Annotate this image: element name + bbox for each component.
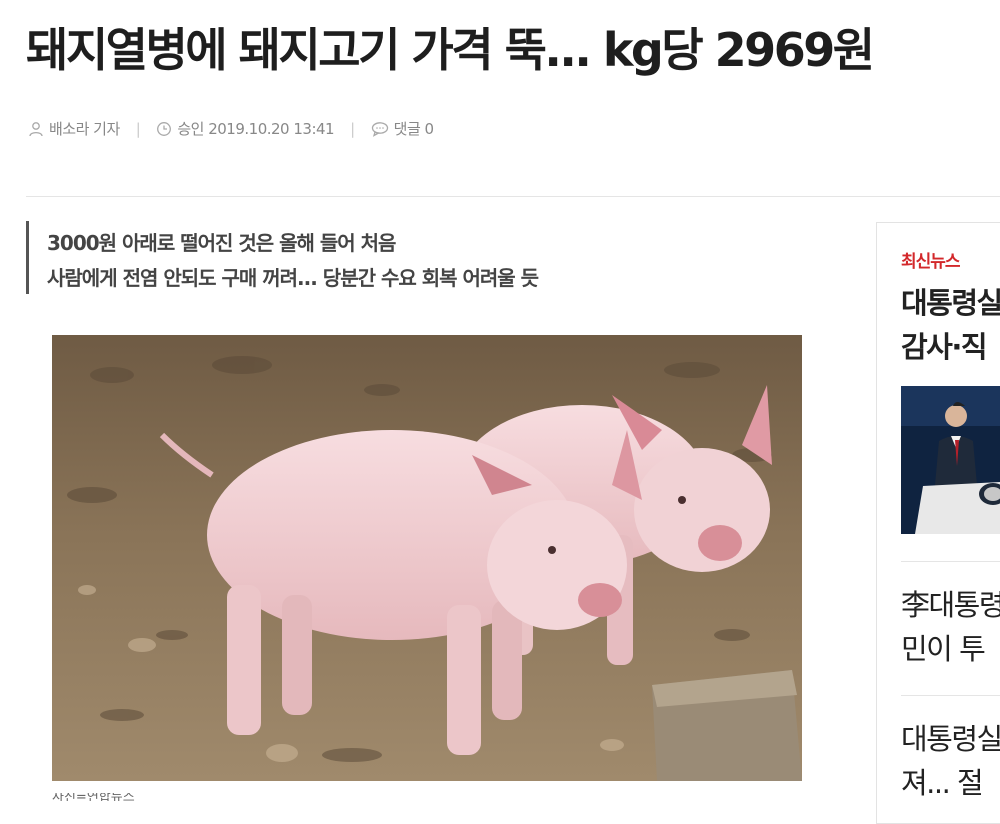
user-icon <box>29 121 43 136</box>
meta-separator: | <box>135 119 141 138</box>
latest-news-item[interactable]: 李대통령 민이 투 <box>901 583 1000 671</box>
summary-line: 사람에게 전염 안되도 구매 꺼려... 당분간 수요 회복 어려울 듯 <box>47 266 539 290</box>
latest-news-label: 최신뉴스 <box>901 252 961 272</box>
item-line: 李대통령 <box>901 588 1000 622</box>
meta-separator: | <box>350 119 355 138</box>
reporter-name: 배소라 기자 <box>49 120 120 138</box>
photo-caption: 사진=연합뉴스 <box>52 793 202 801</box>
article-summary: 3000원 아래로 떨어진 것은 올해 들어 처음 사람에게 전염 안되도 구매… <box>26 221 726 294</box>
latest-news-thumbnail[interactable] <box>901 386 1000 534</box>
latest-news-headline[interactable]: 대통령실 감사·직 <box>901 281 1000 369</box>
comments-link[interactable]: 댓글 0 <box>371 118 434 139</box>
article-photo <box>52 335 802 781</box>
article-headline: 돼지열병에 돼지고기 가격 뚝... kg당 2969원 <box>26 23 875 77</box>
approval-date: 승인 2019.10.20 13:41 <box>177 120 335 138</box>
headline-line: 감사·직 <box>901 330 988 364</box>
reporter-info[interactable]: 배소라 기자 <box>28 118 120 139</box>
clock-icon <box>157 121 172 136</box>
header-divider <box>26 196 1000 197</box>
item-line: 민이 투 <box>901 632 986 666</box>
comment-icon <box>371 121 388 137</box>
item-line: 져... 절 <box>901 766 984 800</box>
headline-line: 대통령실 <box>901 286 1000 320</box>
latest-news-sidebar: 최신뉴스 대통령실 감사·직 李대통령 민이 투 대통령실 져... 절 <box>876 222 1000 824</box>
latest-news-item[interactable]: 대통령실 져... 절 <box>901 717 1000 805</box>
sidebar-divider <box>901 695 1000 696</box>
item-line: 대통령실 <box>901 722 1000 756</box>
comments-count: 댓글 0 <box>393 120 434 138</box>
photo-caption-text: 사진=연합뉴스 <box>52 793 135 801</box>
sidebar-divider <box>901 561 1000 562</box>
article-meta: 배소라 기자 | 승인 2019.10.20 13:41 | 댓글 0 <box>28 118 434 139</box>
approval-info: 승인 2019.10.20 13:41 <box>156 118 335 139</box>
summary-line: 3000원 아래로 떨어진 것은 올해 들어 처음 <box>47 231 396 255</box>
